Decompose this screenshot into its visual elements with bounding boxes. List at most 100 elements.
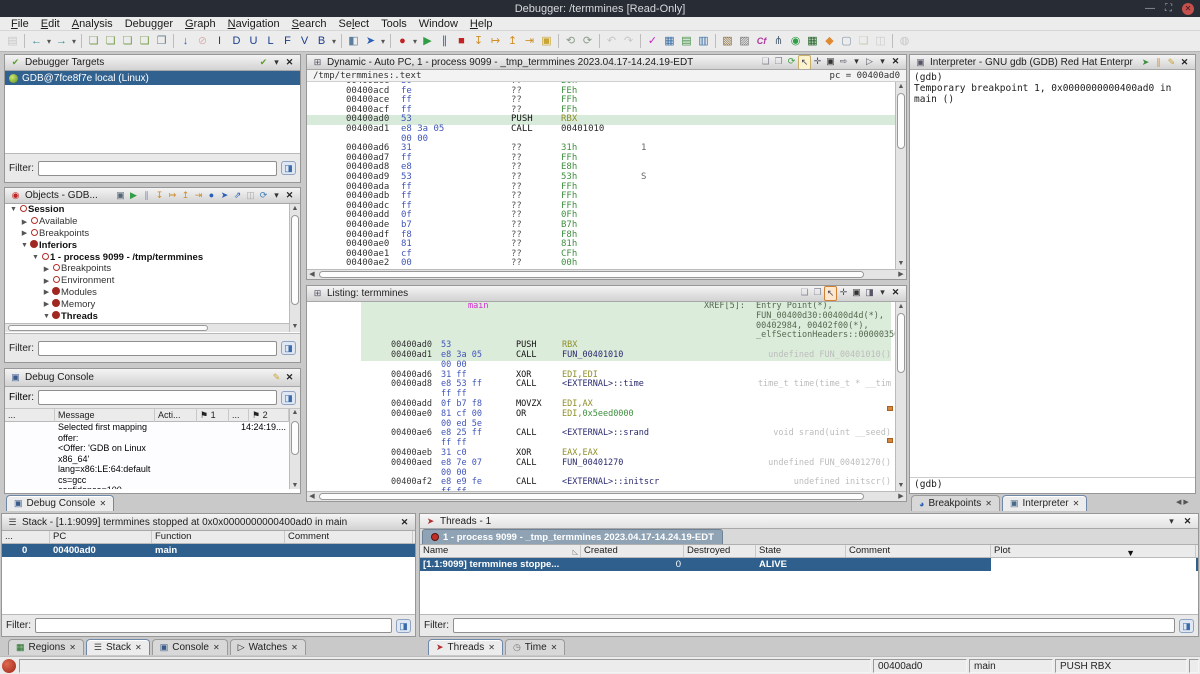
objects-vscrollbar[interactable]: ▲▼ xyxy=(289,204,300,332)
menu-search[interactable]: Search xyxy=(286,17,333,31)
pin-icon[interactable]: ➤ xyxy=(1139,56,1152,69)
dynamic-hscrollbar[interactable]: ◀▶ xyxy=(307,269,906,279)
menu-help[interactable]: Help xyxy=(464,17,499,31)
tab-close-icon[interactable]: ✕ xyxy=(99,499,106,508)
close-icon[interactable]: ✕ xyxy=(889,286,902,301)
disassembly-row[interactable]: 00400acdfe??FEh xyxy=(307,87,895,97)
copy-icon[interactable]: ❏ xyxy=(759,55,772,70)
collapse-icon[interactable]: ▼ xyxy=(31,254,40,261)
detach-icon[interactable]: ◫ xyxy=(244,189,257,202)
step-over-icon[interactable]: ↦ xyxy=(487,33,504,50)
step-over-icon[interactable]: ↦ xyxy=(166,189,179,202)
clear-code-icon[interactable]: ⊘ xyxy=(194,33,211,50)
close-icon[interactable]: ✕ xyxy=(283,371,296,384)
memory-icon[interactable]: ▥ xyxy=(695,33,712,50)
console-filter-input[interactable] xyxy=(38,390,277,405)
disassembly-row[interactable]: 00400ae200??00h xyxy=(307,259,895,269)
interrupt-icon[interactable]: ∥ xyxy=(140,189,153,202)
step-into-icon[interactable]: ↧ xyxy=(470,33,487,50)
column-header[interactable]: Function xyxy=(152,531,285,543)
disassembly-row[interactable]: 00400aceff??FFh xyxy=(307,96,895,106)
tab-close-icon[interactable]: ✕ xyxy=(488,643,495,652)
console-vscrollbar[interactable]: ▲ ▼ xyxy=(289,409,300,489)
nav-forward-menu-icon[interactable]: ▾ xyxy=(70,33,78,50)
snapshot-page-icon[interactable]: ❐ xyxy=(153,33,170,50)
disassembly-row[interactable]: 00400ae081??81h xyxy=(307,240,895,250)
sync-in-icon[interactable]: ⟲ xyxy=(562,33,579,50)
menu-tools[interactable]: Tools xyxy=(375,17,413,31)
panel-menu-icon[interactable]: ▾ xyxy=(270,56,283,69)
column-header[interactable]: ⚑ 2 xyxy=(249,409,289,422)
registers-icon[interactable]: ▤ xyxy=(678,33,695,50)
stack-frame-row[interactable]: 000400ad0main xyxy=(2,544,415,557)
collapse-icon[interactable]: ▼ xyxy=(20,242,29,249)
tab-console[interactable]: ▣Console✕ xyxy=(152,639,228,655)
interrupt-icon[interactable]: ∥ xyxy=(1152,56,1165,69)
copy-bytes-icon[interactable]: ❏ xyxy=(119,33,136,50)
disassembly-row[interactable]: 00400adff8??F8h xyxy=(307,231,895,241)
tree-node[interactable]: ▼1 - process 9099 - /tmp/termmines xyxy=(5,251,289,263)
tab-regions[interactable]: ▦Regions✕ xyxy=(8,639,84,655)
nav-forward-icon[interactable]: → xyxy=(53,33,70,50)
filter-options-icon[interactable]: ◨ xyxy=(1179,619,1194,633)
plot-range-icon[interactable]: ▼ xyxy=(1126,547,1135,557)
kill-icon[interactable]: ■ xyxy=(453,33,470,50)
column-header[interactable]: Plot▼ xyxy=(991,545,1196,557)
filter-options-icon[interactable]: ◨ xyxy=(281,341,296,355)
disassembly-row[interactable]: 00400ad1e8 3a 05CALL00401010 xyxy=(307,125,895,135)
close-icon[interactable]: ✕ xyxy=(889,55,902,70)
clone-icon[interactable]: ◍ xyxy=(896,33,913,50)
objects-hscrollbar[interactable] xyxy=(5,323,289,332)
column-header[interactable]: Comment xyxy=(285,531,413,543)
page-icon[interactable]: ▢ xyxy=(838,33,855,50)
tab-stack[interactable]: ☰Stack✕ xyxy=(86,639,150,655)
close-icon[interactable]: ✕ xyxy=(1182,3,1194,15)
disassembly-row[interactable]: 00400ae1cf??CFh xyxy=(307,250,895,260)
step-out-icon[interactable]: ↥ xyxy=(179,189,192,202)
tree-node[interactable]: ▼Session xyxy=(5,204,289,216)
disassembly-row[interactable]: 00400ad631??31h1 xyxy=(307,144,895,154)
xref-entry[interactable]: _elfSectionHeaders::00000350(* xyxy=(756,331,895,341)
sync-out-icon[interactable]: ⟳ xyxy=(579,33,596,50)
tab-threads[interactable]: ➤Threads✕ xyxy=(428,639,503,655)
select-region-icon[interactable]: ◧ xyxy=(345,33,362,50)
column-header[interactable]: ⚑ 1 xyxy=(197,409,229,422)
step-into-icon[interactable]: ↧ xyxy=(153,189,166,202)
play-circle-icon[interactable]: ◉ xyxy=(787,33,804,50)
disassembly-row[interactable]: 00400adeb7??B7h xyxy=(307,221,895,231)
tab-close-icon[interactable]: ✕ xyxy=(69,643,76,652)
goto-icon[interactable]: ⇨ xyxy=(837,55,850,70)
tree-icon[interactable]: ⋔ xyxy=(770,33,787,50)
nav-back-icon[interactable]: ← xyxy=(28,33,45,50)
refresh-icon[interactable]: ⟳ xyxy=(785,55,798,70)
column-header[interactable]: ... xyxy=(229,409,249,422)
byte-b-icon[interactable]: B xyxy=(313,33,330,50)
column-header[interactable]: Created xyxy=(581,545,684,557)
tree-node[interactable]: ▶Environment xyxy=(5,275,289,287)
tree-node[interactable]: ▶Available xyxy=(5,216,289,228)
menu-analysis[interactable]: Analysis xyxy=(66,17,119,31)
panel-menu-icon[interactable]: ▾ xyxy=(270,189,283,202)
cursor-location-icon[interactable]: ↖ xyxy=(824,286,837,301)
listing-hscrollbar[interactable]: ◀▶ xyxy=(307,491,906,501)
target-row[interactable]: GDB@7fce8f7e local (Linux) xyxy=(5,71,300,85)
console-message-row[interactable]: Selected first mapping offer: <Offer: 'G… xyxy=(5,422,289,489)
panel-menu-icon[interactable]: ▾ xyxy=(876,286,889,301)
tab-close-icon[interactable]: ✕ xyxy=(135,643,142,652)
disassembly-row[interactable]: 00400add0f??0Fh xyxy=(307,211,895,221)
tab-time[interactable]: ◷Time✕ xyxy=(505,639,565,655)
record-menu-icon[interactable]: ▾ xyxy=(411,33,419,50)
column-header[interactable]: ... xyxy=(2,531,50,543)
tab-interpreter[interactable]: ▣Interpreter✕ xyxy=(1002,495,1087,511)
connect-target-icon[interactable]: ✔ xyxy=(257,56,270,69)
display-icon[interactable]: ▣ xyxy=(114,189,127,202)
tree-node[interactable]: ▶Modules xyxy=(5,287,289,299)
close-icon[interactable]: ✕ xyxy=(283,56,296,69)
close-icon[interactable]: ✕ xyxy=(398,516,411,529)
redo-icon[interactable]: ↷ xyxy=(620,33,637,50)
menu-select[interactable]: Select xyxy=(332,17,375,31)
close-icon[interactable]: ✕ xyxy=(1181,515,1194,528)
listing-row[interactable]: 00400aede8 7e 07CALLFUN_00401270undefine… xyxy=(307,459,895,469)
function-name[interactable]: main xyxy=(468,302,488,312)
resume-icon[interactable]: ▶ xyxy=(127,189,140,202)
